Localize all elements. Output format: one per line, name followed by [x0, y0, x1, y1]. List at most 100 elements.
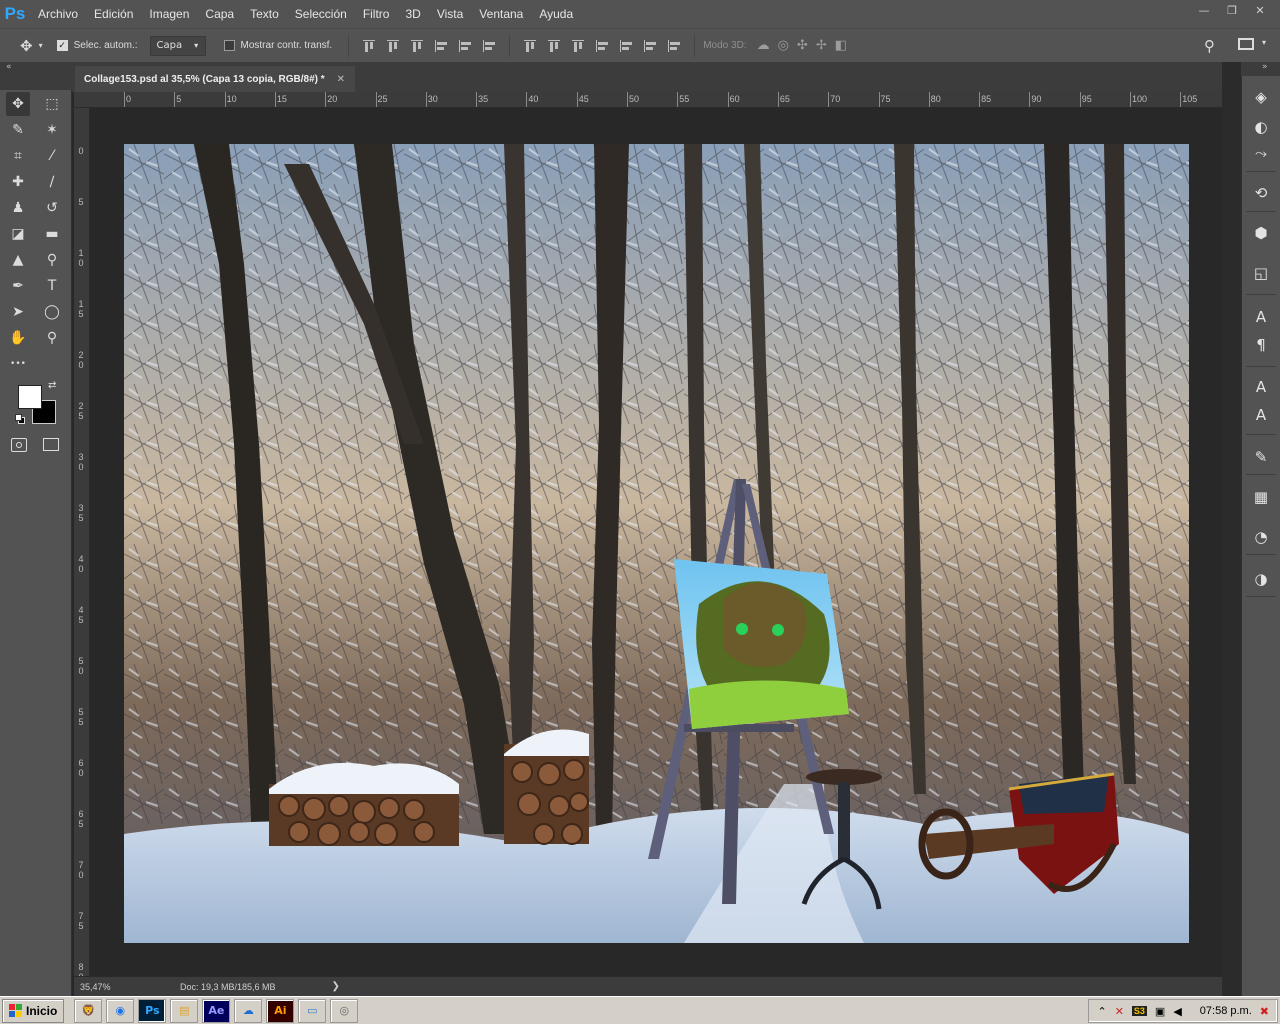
- document-canvas[interactable]: [124, 144, 1189, 943]
- volume-icon[interactable]: ◀: [1173, 1005, 1181, 1018]
- type-tool-icon[interactable]: T: [40, 274, 64, 298]
- crop-tool-icon[interactable]: ⌗: [6, 144, 30, 168]
- character-styles-icon[interactable]: A: [1250, 376, 1272, 398]
- restore-button[interactable]: ❐: [1218, 0, 1246, 20]
- slide-3d-icon[interactable]: ✢: [816, 38, 827, 53]
- photoshop-icon[interactable]: Ps: [138, 998, 167, 1023]
- menu-item-edición[interactable]: Edición: [86, 0, 141, 28]
- eraser-tool-icon[interactable]: ◪: [6, 222, 30, 246]
- chevron-down-icon[interactable]: ▾: [1262, 38, 1266, 47]
- screen-mode-icon[interactable]: [43, 438, 59, 451]
- show-transform-option[interactable]: Mostrar contr. transf.: [223, 40, 332, 51]
- align-bottom-vert-icon[interactable]: [409, 38, 425, 54]
- swatches-icon[interactable]: ◔: [1250, 526, 1272, 548]
- orbit-3d-icon[interactable]: ☁: [757, 38, 770, 53]
- layers-icon[interactable]: ◈: [1250, 86, 1272, 108]
- more-tools-icon[interactable]: •••: [6, 352, 30, 376]
- notepad-icon[interactable]: ▭: [298, 998, 327, 1023]
- menu-item-ventana[interactable]: Ventana: [471, 0, 531, 28]
- tray-expand-icon[interactable]: ⌃: [1097, 1005, 1106, 1018]
- roll-3d-icon[interactable]: ◎: [778, 38, 789, 53]
- chrome-icon[interactable]: ◉: [106, 998, 135, 1023]
- swap-colors-icon[interactable]: ⇄: [48, 380, 56, 391]
- start-button[interactable]: Inicio: [2, 998, 65, 1023]
- auto-select-checkbox[interactable]: ✓: [56, 40, 68, 51]
- history-brush-tool-icon[interactable]: ↺: [40, 196, 64, 220]
- auto-align-icon[interactable]: [666, 38, 682, 54]
- menu-item-filtro[interactable]: Filtro: [355, 0, 398, 28]
- align-top-vert-icon[interactable]: [361, 38, 377, 54]
- gradient-tool-icon[interactable]: ▬: [40, 222, 64, 246]
- lasso-tool-icon[interactable]: ✎: [6, 118, 30, 142]
- ellipse-tool-icon[interactable]: ◯: [40, 300, 64, 324]
- network-icon[interactable]: ✕: [1115, 1005, 1124, 1018]
- collapse-panels-icon[interactable]: «: [6, 62, 12, 72]
- channels-icon[interactable]: ◐: [1250, 116, 1272, 138]
- menu-item-ayuda[interactable]: Ayuda: [531, 0, 581, 28]
- explorer-icon[interactable]: ▤: [170, 998, 199, 1023]
- move-tool-icon[interactable]: ✥: [6, 92, 30, 116]
- align-left-icon[interactable]: [433, 38, 449, 54]
- menu-item-capa[interactable]: Capa: [197, 0, 242, 28]
- auto-select-option[interactable]: ✓ Selec. autom.:: [56, 40, 138, 51]
- alert-icon[interactable]: ✖: [1260, 1005, 1269, 1018]
- collapse-dock-icon[interactable]: »: [1262, 62, 1268, 72]
- pan-3d-icon[interactable]: ✣: [797, 38, 808, 53]
- distribute-center-icon[interactable]: [618, 38, 634, 54]
- align-center-icon[interactable]: [457, 38, 473, 54]
- menu-item-archivo[interactable]: Archivo: [30, 0, 86, 28]
- foreground-color-swatch[interactable]: [18, 385, 42, 409]
- viewer-icon[interactable]: ◎: [330, 998, 359, 1023]
- close-tab-icon[interactable]: ✕: [337, 74, 345, 85]
- distribute-bottom-vert-icon[interactable]: [570, 38, 586, 54]
- paths-icon[interactable]: ⤳: [1250, 142, 1272, 164]
- display-icon[interactable]: ▣: [1155, 1005, 1165, 1018]
- quick-mask-icon[interactable]: [11, 438, 27, 452]
- menu-item-texto[interactable]: Texto: [242, 0, 287, 28]
- pen-tool-icon[interactable]: ✒: [6, 274, 30, 298]
- brush-tool-icon[interactable]: ∕: [40, 170, 64, 194]
- align-middle-vert-icon[interactable]: [385, 38, 401, 54]
- blur-tool-icon[interactable]: ▲: [6, 248, 30, 272]
- distribute-left-icon[interactable]: [594, 38, 610, 54]
- stamp-tool-icon[interactable]: ♟: [6, 196, 30, 220]
- distribute-middle-vert-icon[interactable]: [546, 38, 562, 54]
- hand-tool-icon[interactable]: ✋: [6, 326, 30, 350]
- menu-item-selección[interactable]: Selección: [287, 0, 355, 28]
- onedrive-icon[interactable]: ☁: [234, 998, 263, 1023]
- brush-presets-icon[interactable]: ✎: [1250, 446, 1272, 468]
- zoom-tool-icon[interactable]: ⚲: [40, 326, 64, 350]
- healing-brush-tool-icon[interactable]: ✚: [6, 170, 30, 194]
- grid-icon[interactable]: ▦: [1250, 486, 1272, 508]
- scale-3d-icon[interactable]: ◧: [835, 38, 847, 53]
- illustrator-icon[interactable]: Ai: [266, 998, 295, 1023]
- show-transform-checkbox[interactable]: [223, 40, 235, 51]
- move-tool-preset[interactable]: ✥ ▾: [20, 37, 43, 55]
- distribute-top-vert-icon[interactable]: [522, 38, 538, 54]
- after-effects-icon[interactable]: Ae: [202, 998, 231, 1023]
- brave-icon[interactable]: 🦁: [74, 998, 103, 1023]
- menu-item-vista[interactable]: Vista: [429, 0, 471, 28]
- paragraph-styles-icon[interactable]: A: [1250, 404, 1272, 426]
- distribute-right-icon[interactable]: [642, 38, 658, 54]
- minimize-button[interactable]: —: [1190, 0, 1218, 20]
- s3-icon[interactable]: S3: [1131, 1006, 1147, 1016]
- history-icon[interactable]: ⟲: [1250, 182, 1272, 204]
- paragraph-icon[interactable]: ¶: [1250, 334, 1272, 356]
- dodge-tool-icon[interactable]: ⚲: [40, 248, 64, 272]
- magic-wand-tool-icon[interactable]: ✶: [40, 118, 64, 142]
- 3d-icon[interactable]: ⬢: [1250, 222, 1272, 244]
- properties-icon[interactable]: ◱: [1250, 262, 1272, 284]
- document-tab[interactable]: Collage153.psd al 35,5% (Capa 13 copia, …: [75, 66, 356, 92]
- eyedropper-tool-icon[interactable]: ⁄: [40, 144, 64, 168]
- menu-item-imagen[interactable]: Imagen: [141, 0, 197, 28]
- align-right-icon[interactable]: [481, 38, 497, 54]
- path-selection-tool-icon[interactable]: ➤: [6, 300, 30, 324]
- character-icon[interactable]: A: [1250, 306, 1272, 328]
- search-icon[interactable]: ⚲: [1204, 37, 1215, 55]
- menu-item-3d[interactable]: 3D: [397, 0, 428, 28]
- close-button[interactable]: ✕: [1246, 0, 1274, 20]
- chevron-right-icon[interactable]: ❯: [332, 981, 340, 992]
- zoom-level[interactable]: 35,47%: [80, 982, 132, 992]
- marquee-tool-icon[interactable]: ⬚: [40, 92, 64, 116]
